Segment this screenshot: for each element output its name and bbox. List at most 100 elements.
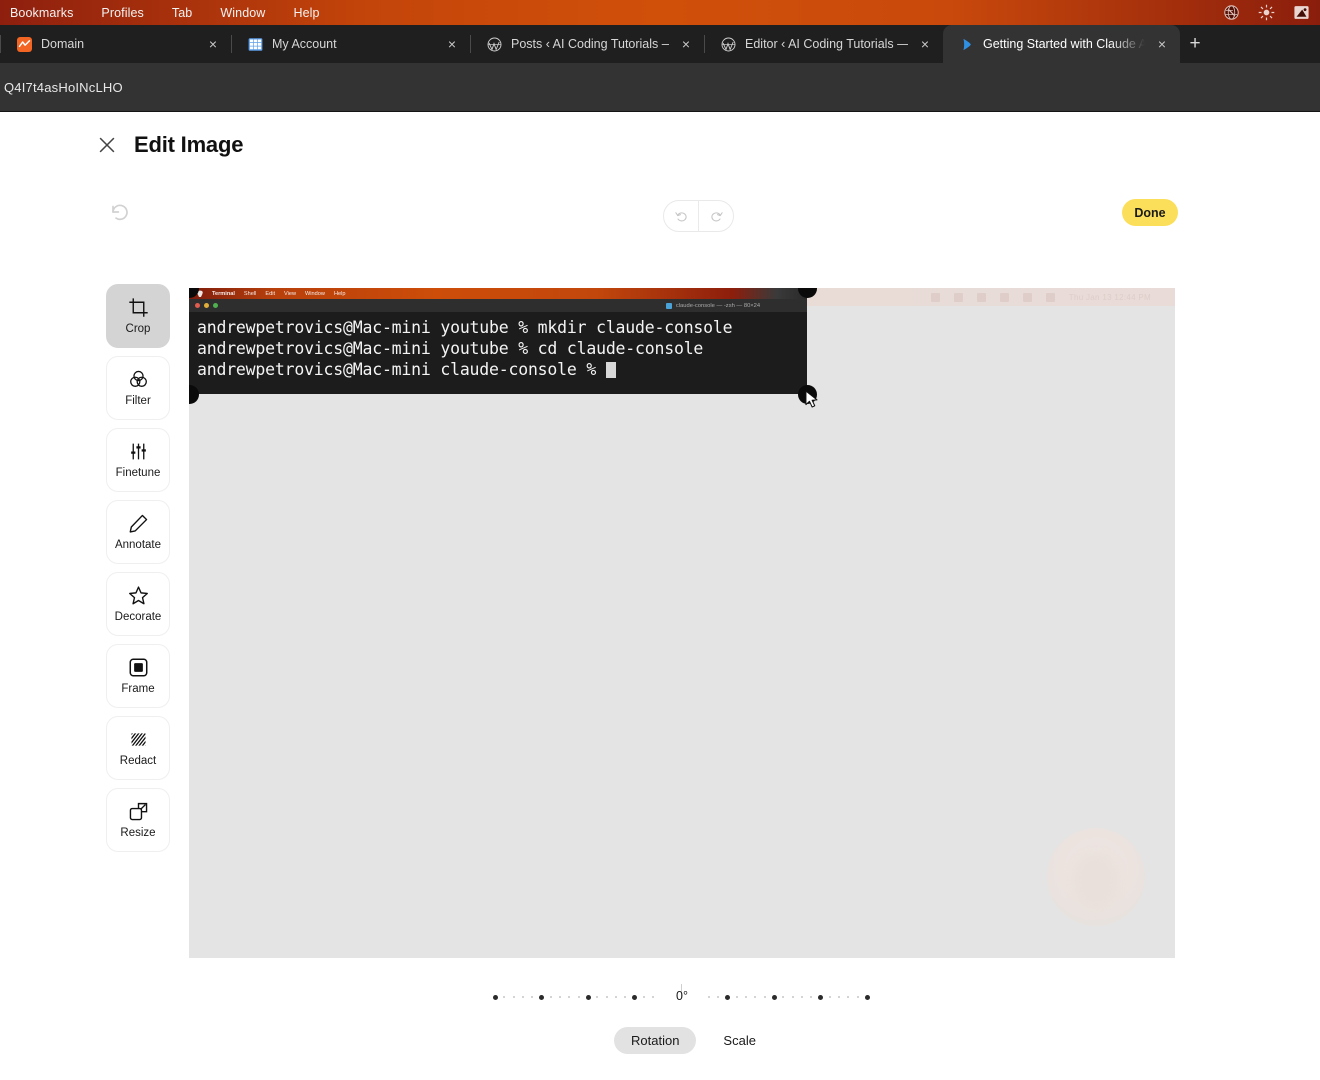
undo-button[interactable] <box>664 201 698 231</box>
tool-label: Crop <box>125 323 151 335</box>
wordpress-icon <box>487 37 502 51</box>
browser-tab-posts[interactable]: Posts ‹ AI Coding Tutorials — × <box>471 25 704 63</box>
new-tab-button[interactable]: + <box>1180 25 1210 63</box>
ruler-tick-minor <box>605 996 608 998</box>
ruler-tick-minor <box>624 996 627 998</box>
terminal-title-group: claude-console — -zsh — 80×24 <box>189 299 807 312</box>
ruler-tick-minor <box>596 996 599 998</box>
ruler-tick-minor <box>763 996 766 998</box>
terminal-menu-item: Help <box>333 290 346 297</box>
tab-close-button[interactable]: × <box>678 37 694 51</box>
menubar-item-bookmarks[interactable]: Bookmarks <box>10 6 73 20</box>
done-button[interactable]: Done <box>1122 199 1178 226</box>
menubar-item-window[interactable]: Window <box>220 6 265 20</box>
terminal-macos-menubar: Terminal Shell Edit View Window Help <box>189 288 807 299</box>
tab-label: Editor ‹ AI Coding Tutorials — <box>745 37 908 51</box>
ruler-tick-minor <box>791 996 794 998</box>
ruler-tick-minor <box>810 996 813 998</box>
terminal-line: andrewpetrovics@Mac-mini youtube % cd cl… <box>197 339 704 358</box>
terminal-line-with-cursor: andrewpetrovics@Mac-mini claude-console … <box>197 359 807 380</box>
tool-filter[interactable]: Filter <box>106 356 170 420</box>
image-editor-page: Edit Image Done Rot <box>0 112 1320 1080</box>
terminal-menu-item: Edit <box>265 290 275 297</box>
crop-selection-image: Terminal Shell Edit View Window Help cla… <box>189 288 807 394</box>
terminal-menu-item: Shell <box>243 290 257 297</box>
sun-icon[interactable] <box>1258 4 1275 21</box>
redo-arrow-icon <box>710 211 723 221</box>
redo-button[interactable] <box>699 201 733 231</box>
ruler-tick-major <box>818 994 823 1000</box>
ruler-tick-minor <box>503 996 506 998</box>
ruler-tick-minor <box>559 996 562 998</box>
tool-label: Frame <box>121 683 155 695</box>
browser-tab-getting-started-active[interactable]: Getting Started with Claude A × <box>943 25 1180 63</box>
ruler-tick-major <box>864 994 870 1000</box>
rotation-ruler[interactable]: 0° <box>492 984 870 1010</box>
tab-label: Domain <box>41 37 85 51</box>
tool-label: Annotate <box>114 539 162 551</box>
frame-square-icon <box>129 658 147 677</box>
tool-resize[interactable]: Resize <box>106 788 170 852</box>
ruler-tick-minor <box>782 996 785 998</box>
editor-canvas[interactable]: Thu Jan 13 12:44 PM Terminal Shell Edit … <box>189 288 1175 958</box>
tab-rotation[interactable]: Rotation <box>614 1027 697 1054</box>
browser-tab-domain[interactable]: Domain × <box>1 25 231 63</box>
undo-redo-group <box>663 200 734 232</box>
ruler-tick-major <box>585 994 591 1000</box>
menubar-item-profiles[interactable]: Profiles <box>101 6 143 20</box>
ruler-tick-minor <box>838 996 841 998</box>
tab-close-button[interactable]: × <box>917 37 933 51</box>
ruler-tick-minor <box>847 996 850 998</box>
tool-annotate[interactable]: Annotate <box>106 500 170 564</box>
ruler-tick-major <box>771 994 777 1000</box>
tab-close-button[interactable]: × <box>444 37 460 51</box>
terminal-menu-item: Terminal <box>212 290 235 297</box>
tab-close-button[interactable]: × <box>205 37 221 51</box>
terminal-window-titlebar: claude-console — -zsh — 80×24 <box>189 299 807 312</box>
ruler-tick-major <box>492 994 498 1000</box>
tool-redact[interactable]: Redact <box>106 716 170 780</box>
tool-frame[interactable]: Frame <box>106 644 170 708</box>
faded-clock: Thu Jan 13 12:44 PM <box>1068 292 1151 302</box>
globe-icon[interactable] <box>1223 4 1240 21</box>
tool-label: Decorate <box>114 611 162 623</box>
hatch-redact-icon <box>131 733 145 746</box>
ruler-tick-minor <box>549 996 552 998</box>
tab-label: Posts ‹ AI Coding Tutorials — <box>511 37 669 51</box>
ruler-tick-minor <box>614 996 617 998</box>
editor-tool-rail: Crop Filter Finetune Annotate Decorate F… <box>106 284 170 852</box>
tab-scale[interactable]: Scale <box>706 1027 773 1054</box>
browser-tab-editor[interactable]: Editor ‹ AI Coding Tutorials — × <box>705 25 943 63</box>
resize-cursor-icon <box>805 390 818 408</box>
blue-grid-icon <box>248 37 263 51</box>
wordpress-icon <box>721 37 736 51</box>
tool-crop[interactable]: Crop <box>106 284 170 348</box>
terminal-menu-item: Window <box>305 290 325 297</box>
menubar-item-help[interactable]: Help <box>293 6 319 20</box>
tab-label: Getting Started with Claude A <box>983 37 1145 51</box>
menubar-status-icons <box>1223 0 1310 25</box>
ruler-tick-minor <box>652 996 655 998</box>
ruler-tick-minor <box>568 996 571 998</box>
tool-decorate[interactable]: Decorate <box>106 572 170 636</box>
ruler-tick-minor <box>717 996 720 998</box>
browser-urlbar[interactable]: Q4I7t4asHoINcLHO <box>0 63 1320 112</box>
menubar-item-tab[interactable]: Tab <box>172 6 192 20</box>
ruler-tick-minor <box>521 996 524 998</box>
tool-label: Resize <box>120 827 156 839</box>
ruler-tick-minor <box>642 996 645 998</box>
ruler-tick-minor <box>707 996 710 998</box>
tab-close-button[interactable]: × <box>1154 37 1170 51</box>
tool-label: Finetune <box>115 467 161 479</box>
browser-tabstrip: Domain × My Account × Posts ‹ AI Coding … <box>0 25 1320 63</box>
sliders-icon <box>130 443 146 460</box>
close-x-icon[interactable] <box>96 134 118 156</box>
claude-play-icon <box>963 38 971 50</box>
reset-icon[interactable] <box>108 200 132 224</box>
tab-label: My Account <box>272 37 337 51</box>
browser-tab-my-account[interactable]: My Account × <box>232 25 470 63</box>
ruler-tick-major <box>539 994 544 1000</box>
ruler-tick-minor <box>512 996 515 998</box>
screenshot-icon[interactable] <box>1293 4 1310 21</box>
tool-finetune[interactable]: Finetune <box>106 428 170 492</box>
